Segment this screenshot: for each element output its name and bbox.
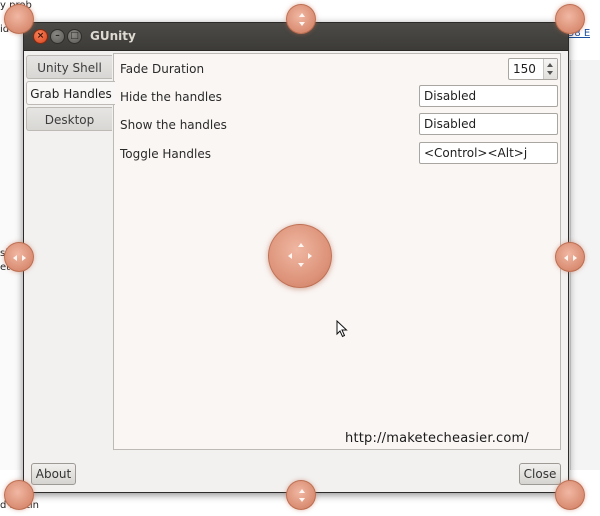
window-close-icon[interactable]: ×	[33, 29, 48, 44]
window-maximize-icon[interactable]: □	[67, 29, 82, 44]
arrow-down-icon	[299, 22, 305, 26]
close-button[interactable]: Close	[519, 463, 561, 485]
resize-handle-icon[interactable]	[4, 242, 34, 272]
arrow-up-icon	[298, 243, 304, 247]
arrow-right-icon	[22, 255, 26, 261]
window-title: GUnity	[90, 29, 136, 43]
spinner-arrows[interactable]	[543, 59, 557, 79]
arrow-up-icon	[299, 489, 305, 493]
arrow-left-icon	[288, 253, 292, 259]
show-handles-field[interactable]: Disabled	[419, 113, 558, 135]
arrow-down-icon	[298, 263, 304, 267]
move-handle-icon[interactable]	[268, 224, 332, 288]
mouse-cursor-icon	[336, 320, 348, 338]
tab-unity-shell[interactable]: Unity Shell	[26, 55, 112, 79]
chevron-up-icon[interactable]	[547, 63, 553, 67]
tab-desktop[interactable]: Desktop	[26, 107, 112, 131]
resize-handle-icon[interactable]	[555, 242, 585, 272]
arrow-right-icon	[308, 253, 312, 259]
hide-handles-label: Hide the handles	[120, 90, 222, 104]
about-button[interactable]: About	[31, 463, 76, 485]
toggle-handles-label: Toggle Handles	[120, 147, 211, 161]
resize-handle-icon[interactable]	[4, 4, 34, 34]
resize-handle-icon[interactable]	[555, 480, 585, 510]
window-minimize-icon[interactable]: –	[50, 29, 65, 44]
hide-handles-field[interactable]: Disabled	[419, 85, 558, 107]
resize-handle-icon[interactable]	[286, 4, 316, 34]
tab-grab-handles[interactable]: Grab Handles	[26, 81, 115, 105]
fade-duration-label: Fade Duration	[120, 62, 205, 76]
chevron-down-icon[interactable]	[547, 71, 553, 75]
resize-handle-icon[interactable]	[286, 480, 316, 510]
toggle-handles-field[interactable]: <Control><Alt>j	[419, 142, 558, 164]
arrow-right-icon	[573, 255, 577, 261]
arrow-left-icon	[13, 255, 17, 261]
arrow-down-icon	[299, 498, 305, 502]
show-handles-label: Show the handles	[120, 118, 227, 132]
arrow-up-icon	[299, 13, 305, 17]
fade-duration-spinner[interactable]: 150	[508, 58, 558, 80]
watermark-url: http://maketecheasier.com/	[345, 431, 529, 446]
fade-duration-value[interactable]: 150	[513, 59, 536, 79]
resize-handle-icon[interactable]	[4, 480, 34, 510]
settings-panel: Fade Duration 150 Hide the handles Disab…	[113, 53, 561, 450]
arrow-left-icon	[564, 255, 568, 261]
resize-handle-icon[interactable]	[555, 4, 585, 34]
